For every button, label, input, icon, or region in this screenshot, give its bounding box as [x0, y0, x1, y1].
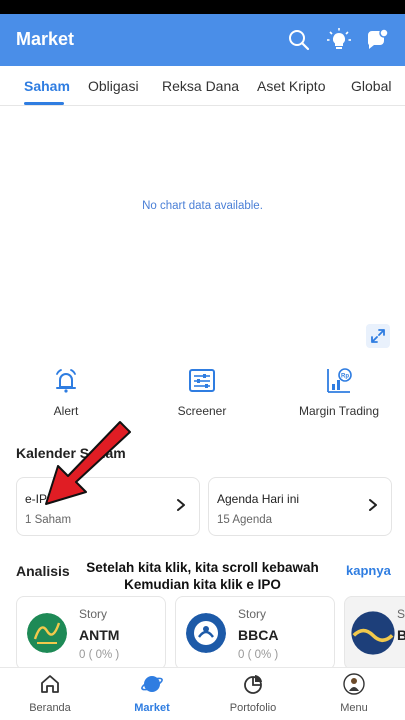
- nav-label: Beranda: [29, 702, 71, 714]
- bottom-nav: Beranda Market Portofolio Menu: [0, 667, 405, 720]
- no-chart-message: No chart data available.: [142, 200, 263, 212]
- stock-change: 0 ( 0% ): [79, 649, 120, 661]
- stock-logo-icon: [351, 611, 395, 655]
- nav-label: Menu: [340, 702, 368, 714]
- agenda-count: 15 Agenda: [217, 514, 273, 526]
- portfolio-icon: [244, 675, 262, 694]
- nav-menu[interactable]: Menu: [304, 668, 404, 720]
- antm-logo-icon: [27, 613, 67, 653]
- stock-code: ANTM: [79, 627, 120, 643]
- bbca-logo-icon: [186, 613, 226, 653]
- stock-card[interactable]: Story B: [344, 596, 405, 670]
- stock-type: Story: [79, 607, 108, 621]
- feature-margin-trading-label: Margin Trading: [298, 404, 380, 418]
- tab-reksa-dana[interactable]: Reksa Dana: [162, 78, 239, 94]
- lightbulb-icon[interactable]: [326, 27, 352, 53]
- chevron-right-icon: [177, 499, 185, 511]
- tab-obligasi[interactable]: Obligasi: [88, 78, 139, 94]
- agenda-title: Agenda Hari ini: [217, 492, 300, 506]
- app-bar: Market: [0, 14, 405, 66]
- tab-global[interactable]: Global: [351, 78, 391, 94]
- svg-text:Rp: Rp: [341, 374, 349, 380]
- chevron-right-icon: [369, 499, 377, 511]
- market-tabs: Saham Obligasi Reksa Dana Aset Kripto Gl…: [0, 66, 405, 106]
- feature-alert-label: Alert: [53, 404, 79, 418]
- caption-line-2: Kemudian kita klik e IPO: [124, 577, 281, 592]
- page-title: Market: [16, 29, 75, 49]
- agenda-card[interactable]: Agenda Hari ini 15 Agenda: [208, 477, 392, 536]
- feature-screener[interactable]: Screener: [142, 366, 262, 418]
- nav-label: Portofolio: [229, 702, 277, 714]
- margin-trading-icon: Rp: [327, 368, 352, 393]
- menu-avatar-icon: [343, 673, 365, 695]
- stock-type: Story: [238, 607, 267, 621]
- feature-margin-trading[interactable]: Rp Margin Trading: [279, 366, 399, 418]
- nav-beranda[interactable]: Beranda: [0, 668, 100, 720]
- nav-market[interactable]: Market: [102, 668, 202, 720]
- tab-saham[interactable]: Saham: [24, 78, 70, 94]
- search-icon[interactable]: [286, 27, 312, 53]
- nav-portofolio[interactable]: Portofolio: [203, 668, 303, 720]
- stock-change: 0 ( 0% ): [238, 649, 279, 661]
- caption-line-1: Setelah kita klik, kita scroll kebawah: [86, 560, 319, 575]
- tab-aset-kripto[interactable]: Aset Kripto: [257, 78, 325, 94]
- feature-screener-label: Screener: [177, 404, 227, 418]
- nav-label: Market: [134, 702, 170, 714]
- annotation-arrow-icon: [45, 421, 131, 505]
- market-icon: [141, 676, 163, 692]
- feature-alert[interactable]: Alert: [6, 366, 126, 418]
- stock-card[interactable]: Story ANTM 0 ( 0% ): [16, 596, 166, 670]
- market-screen: Market Saham Obligasi Reksa Dana Aset Kr…: [0, 14, 405, 720]
- alarm-icon: [56, 369, 76, 393]
- expand-chart-icon[interactable]: [366, 324, 390, 348]
- active-tab-indicator: [24, 102, 64, 105]
- stock-code: B: [397, 627, 405, 643]
- home-icon: [41, 675, 59, 693]
- e-ipo-count: 1 Saham: [25, 514, 72, 526]
- chat-icon[interactable]: [364, 27, 390, 53]
- stock-card[interactable]: Story BBCA 0 ( 0% ): [175, 596, 335, 670]
- see-all-link[interactable]: kapnya: [346, 563, 391, 578]
- stock-code: BBCA: [238, 627, 279, 643]
- stock-type: Story: [397, 607, 405, 621]
- chart-area: No chart data available.: [0, 107, 405, 362]
- video-caption: Setelah kita klik, kita scroll kebawah K…: [60, 559, 345, 593]
- screener-icon: [189, 369, 215, 392]
